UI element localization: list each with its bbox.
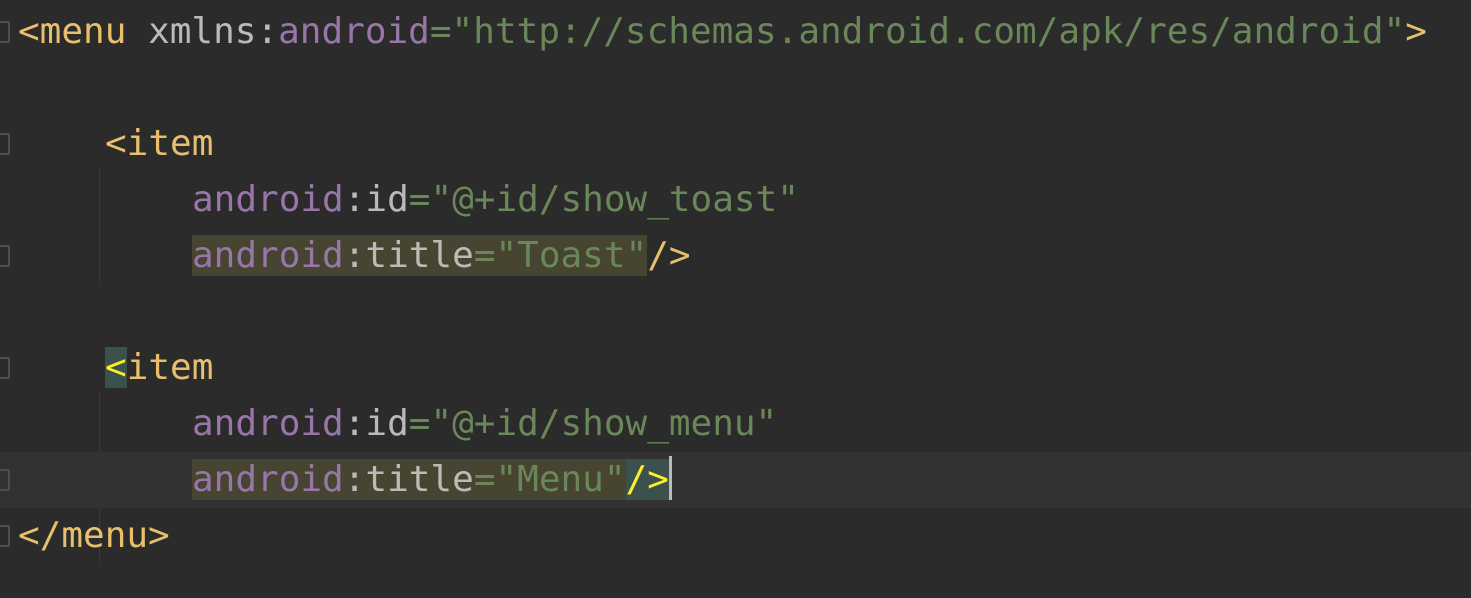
attribute-name: title <box>365 459 474 500</box>
tag-close: </menu> <box>18 515 170 556</box>
fold-marker-icon[interactable] <box>0 469 10 491</box>
attribute-value: "http://schemas.android.com/apk/res/andr… <box>451 11 1406 52</box>
code-line[interactable]: android:title="Toast"/> <box>0 228 1471 284</box>
attribute-highlight: android:title="Menu" <box>192 459 626 500</box>
attribute-namespace: android <box>278 11 430 52</box>
fold-marker-icon[interactable] <box>0 133 10 155</box>
code-editor[interactable]: <menu xmlns:android="http://schemas.andr… <box>0 0 1471 598</box>
line-content: <item <box>105 116 213 172</box>
brace-match-highlight: /> <box>625 459 669 500</box>
line-content: android:title="Menu"/> <box>192 452 672 508</box>
code-line[interactable]: android:id="@+id/show_toast" <box>0 172 1471 228</box>
attribute-name: title <box>365 235 474 276</box>
current-code-line[interactable]: android:title="Menu"/> <box>0 452 1471 508</box>
attribute-name: id <box>365 403 409 444</box>
brace-match-highlight: < <box>105 347 127 388</box>
attribute-namespace: android <box>192 459 344 500</box>
attribute-value: "Toast" <box>495 235 648 276</box>
attribute-namespace: android <box>192 235 344 276</box>
attribute-value: "Menu" <box>495 459 626 500</box>
code-line[interactable]: </menu> <box>0 508 1471 564</box>
code-line[interactable]: <item <box>0 340 1471 396</box>
tag-open: <item <box>105 123 214 164</box>
tag-open: <menu <box>18 11 127 52</box>
fold-marker-icon[interactable] <box>0 357 10 379</box>
line-content: android:id="@+id/show_menu" <box>192 403 778 444</box>
code-line[interactable]: <menu xmlns:android="http://schemas.andr… <box>0 4 1471 60</box>
attribute-namespace: android <box>192 179 344 220</box>
line-content: android:id="@+id/show_toast" <box>192 179 799 220</box>
attribute-name: id <box>365 179 409 220</box>
line-content: </menu> <box>18 508 170 564</box>
line-content: <item <box>105 340 213 396</box>
code-line[interactable] <box>0 284 1471 340</box>
attribute-value: "@+id/show_toast" <box>430 179 799 220</box>
code-line[interactable] <box>0 60 1471 116</box>
attribute-name: xmlns <box>148 11 257 52</box>
tag-close: /> <box>647 235 691 276</box>
attribute-value: "@+id/show_menu" <box>430 403 778 444</box>
line-content: <menu xmlns:android="http://schemas.andr… <box>18 11 1427 52</box>
line-content: android:title="Toast"/> <box>192 228 691 284</box>
text-caret <box>668 456 672 500</box>
attribute-highlight: android:title="Toast" <box>192 235 648 276</box>
attribute-namespace: android <box>192 403 344 444</box>
fold-marker-icon[interactable] <box>0 245 10 267</box>
tag-name: item <box>126 347 214 388</box>
fold-marker-icon[interactable] <box>0 525 10 547</box>
tag-close: > <box>1405 11 1427 52</box>
code-line[interactable]: <item <box>0 116 1471 172</box>
fold-marker-icon[interactable] <box>0 21 10 43</box>
code-line[interactable]: android:id="@+id/show_menu" <box>0 396 1471 452</box>
